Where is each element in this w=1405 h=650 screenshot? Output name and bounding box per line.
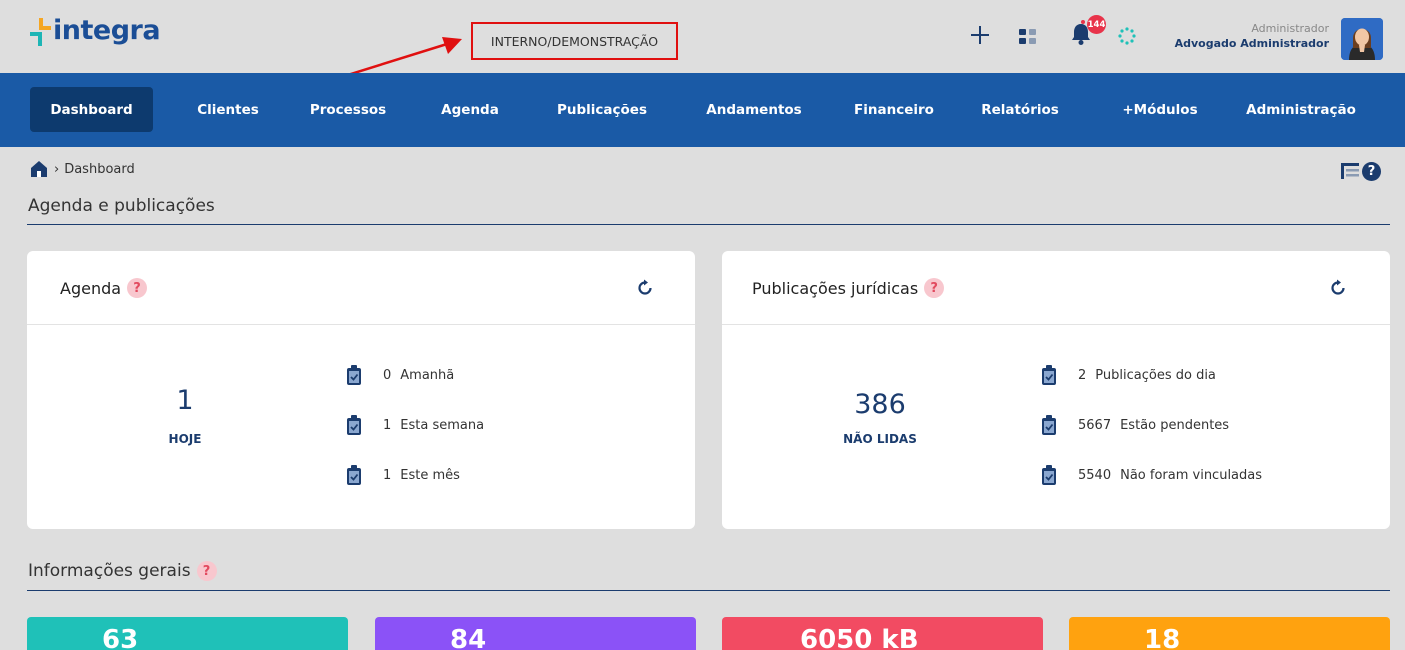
publicacoes-stat-row[interactable]: 5540 Não foram vinculadas [1042, 465, 1262, 485]
refresh-icon[interactable] [1329, 279, 1347, 297]
publicacoes-card: Publicações jurídicas ? 386 NÃO LIDAS 2 … [722, 251, 1390, 529]
clipboard-check-icon [1042, 465, 1056, 485]
environment-label-text: INTERNO/DEMONSTRAÇÃO [490, 33, 659, 49]
agenda-today-label: HOJE [168, 432, 202, 446]
help-icon[interactable]: ? [196, 561, 217, 581]
nav-clientes[interactable]: Clientes [178, 87, 278, 132]
publicacoes-unread-label: NÃO LIDAS [843, 432, 917, 446]
nav-modulos[interactable]: +Módulos [1105, 87, 1215, 132]
publicacoes-card-header: Publicações jurídicas ? [722, 251, 1390, 325]
info-tile-value: 6050 kB [800, 625, 919, 650]
publicacoes-unread-count[interactable]: 386 [800, 389, 960, 420]
info-tile[interactable]: 63 [27, 617, 348, 650]
nav-dashboard-label: Dashboard [50, 101, 133, 118]
stat-label: Amanhã [400, 367, 455, 383]
main-navigation: Dashboard Clientes Processos Agenda Publ… [0, 73, 1405, 147]
nav-publicacoes[interactable]: Publicações [538, 87, 666, 132]
stat-value: 1 [383, 467, 392, 483]
info-tile-value: 84 [450, 625, 487, 650]
help-icon[interactable]: ? [127, 278, 148, 298]
publicacoes-card-title-text: Publicações jurídicas [752, 278, 919, 298]
plus-icon[interactable] [969, 24, 991, 46]
user-name[interactable]: Advogado Administrador [1175, 37, 1329, 50]
notification-badge: 144 [1087, 15, 1106, 34]
nav-dashboard[interactable]: Dashboard [30, 87, 153, 132]
logo-text: integra [53, 15, 161, 46]
breadcrumb: › Dashboard [30, 160, 135, 178]
agenda-stat-row[interactable]: 1 Este mês [347, 465, 460, 485]
nav-agenda[interactable]: Agenda [424, 87, 516, 132]
user-role: Administrador [1251, 22, 1329, 35]
stat-value: 5540 [1078, 467, 1112, 483]
section-title-agenda-publicacoes: Agenda e publicações [28, 196, 215, 216]
breadcrumb-current: Dashboard [64, 161, 135, 177]
nav-publicacoes-label: Publicações [556, 101, 647, 118]
nav-financeiro-label: Financeiro [854, 101, 934, 118]
help-icon[interactable]: ? [1362, 161, 1381, 181]
nav-administracao[interactable]: Administração [1229, 87, 1373, 132]
notification-dot [1081, 20, 1085, 24]
agenda-stat-row[interactable]: 0 Amanhã [347, 365, 454, 385]
user-avatar[interactable] [1341, 18, 1383, 60]
nav-andamentos[interactable]: Andamentos [690, 87, 818, 132]
nav-clientes-label: Clientes [197, 101, 259, 118]
home-icon[interactable] [30, 160, 48, 178]
clipboard-check-icon [347, 365, 361, 385]
loading-spinner-icon[interactable] [1117, 26, 1137, 46]
publicacoes-stat-row[interactable]: 5667 Estão pendentes [1042, 415, 1229, 435]
layout-settings-icon[interactable] [1339, 160, 1361, 182]
agenda-today-count[interactable]: 1 [105, 385, 265, 416]
modules-grid-icon[interactable] [1019, 29, 1036, 44]
top-bar: integra INTERNO/DEMONSTRAÇÃO 144 Adminis… [0, 0, 1405, 73]
agenda-card-title: Agenda ? [60, 278, 148, 298]
refresh-icon[interactable] [636, 279, 654, 297]
help-icon[interactable]: ? [924, 278, 945, 298]
stat-label: Este mês [400, 467, 460, 483]
stat-label: Não foram vinculadas [1120, 467, 1263, 483]
nav-administracao-label: Administração [1246, 101, 1356, 118]
stat-value: 0 [383, 367, 392, 383]
nav-modulos-label: +Módulos [1122, 101, 1198, 118]
nav-financeiro[interactable]: Financeiro [842, 87, 946, 132]
publicacoes-card-title: Publicações jurídicas ? [752, 278, 945, 298]
stat-value: 1 [383, 417, 392, 433]
nav-andamentos-label: Andamentos [706, 101, 802, 118]
environment-label: INTERNO/DEMONSTRAÇÃO [471, 22, 678, 60]
agenda-card: Agenda ? 1 HOJE 0 Amanhã 1 Esta semana 1… [27, 251, 695, 529]
stat-label: Estão pendentes [1120, 417, 1230, 433]
nav-processos-label: Processos [309, 101, 387, 118]
agenda-card-header: Agenda ? [27, 251, 695, 325]
clipboard-check-icon [347, 465, 361, 485]
section-divider [27, 224, 1390, 225]
nav-processos[interactable]: Processos [296, 87, 400, 132]
agenda-card-title-text: Agenda [60, 278, 122, 298]
nav-relatorios[interactable]: Relatórios [966, 87, 1074, 132]
clipboard-check-icon [1042, 365, 1056, 385]
agenda-stat-row[interactable]: 1 Esta semana [347, 415, 484, 435]
info-tile-value: 18 [1144, 625, 1181, 650]
section-divider [27, 590, 1390, 591]
integra-logo[interactable]: integra [30, 15, 161, 46]
stat-label: Esta semana [400, 417, 485, 433]
nav-relatorios-label: Relatórios [981, 101, 1059, 118]
nav-agenda-label: Agenda [441, 101, 499, 118]
stat-value: 2 [1078, 367, 1087, 383]
clipboard-check-icon [1042, 415, 1056, 435]
publicacoes-stat-row[interactable]: 2 Publicações do dia [1042, 365, 1216, 385]
section-title-informacoes-gerais: Informações gerais ? [28, 561, 217, 581]
clipboard-check-icon [347, 415, 361, 435]
breadcrumb-separator: › [54, 161, 60, 177]
info-tile[interactable]: 84 [375, 617, 696, 650]
info-tile[interactable]: 18 [1069, 617, 1390, 650]
stat-value: 5667 [1078, 417, 1112, 433]
logo-mark-icon [30, 18, 52, 46]
info-tile[interactable]: 6050 kB [722, 617, 1043, 650]
info-tile-value: 63 [102, 625, 139, 650]
page-tools: ? [1339, 160, 1381, 182]
section-title-informacoes-gerais-text: Informações gerais [28, 561, 191, 581]
stat-label: Publicações do dia [1095, 367, 1216, 383]
